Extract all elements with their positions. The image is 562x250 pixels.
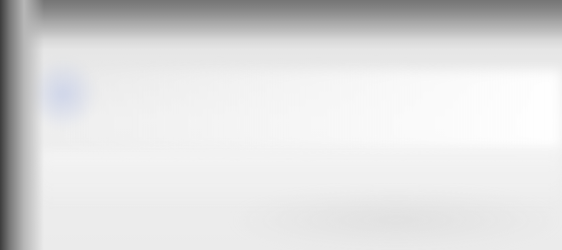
highlight-band bbox=[40, 70, 562, 150]
blurred-screen bbox=[0, 0, 562, 250]
bottom-glow bbox=[230, 190, 562, 250]
left-edge-shadow bbox=[0, 0, 44, 250]
top-shadow bbox=[0, 0, 562, 40]
